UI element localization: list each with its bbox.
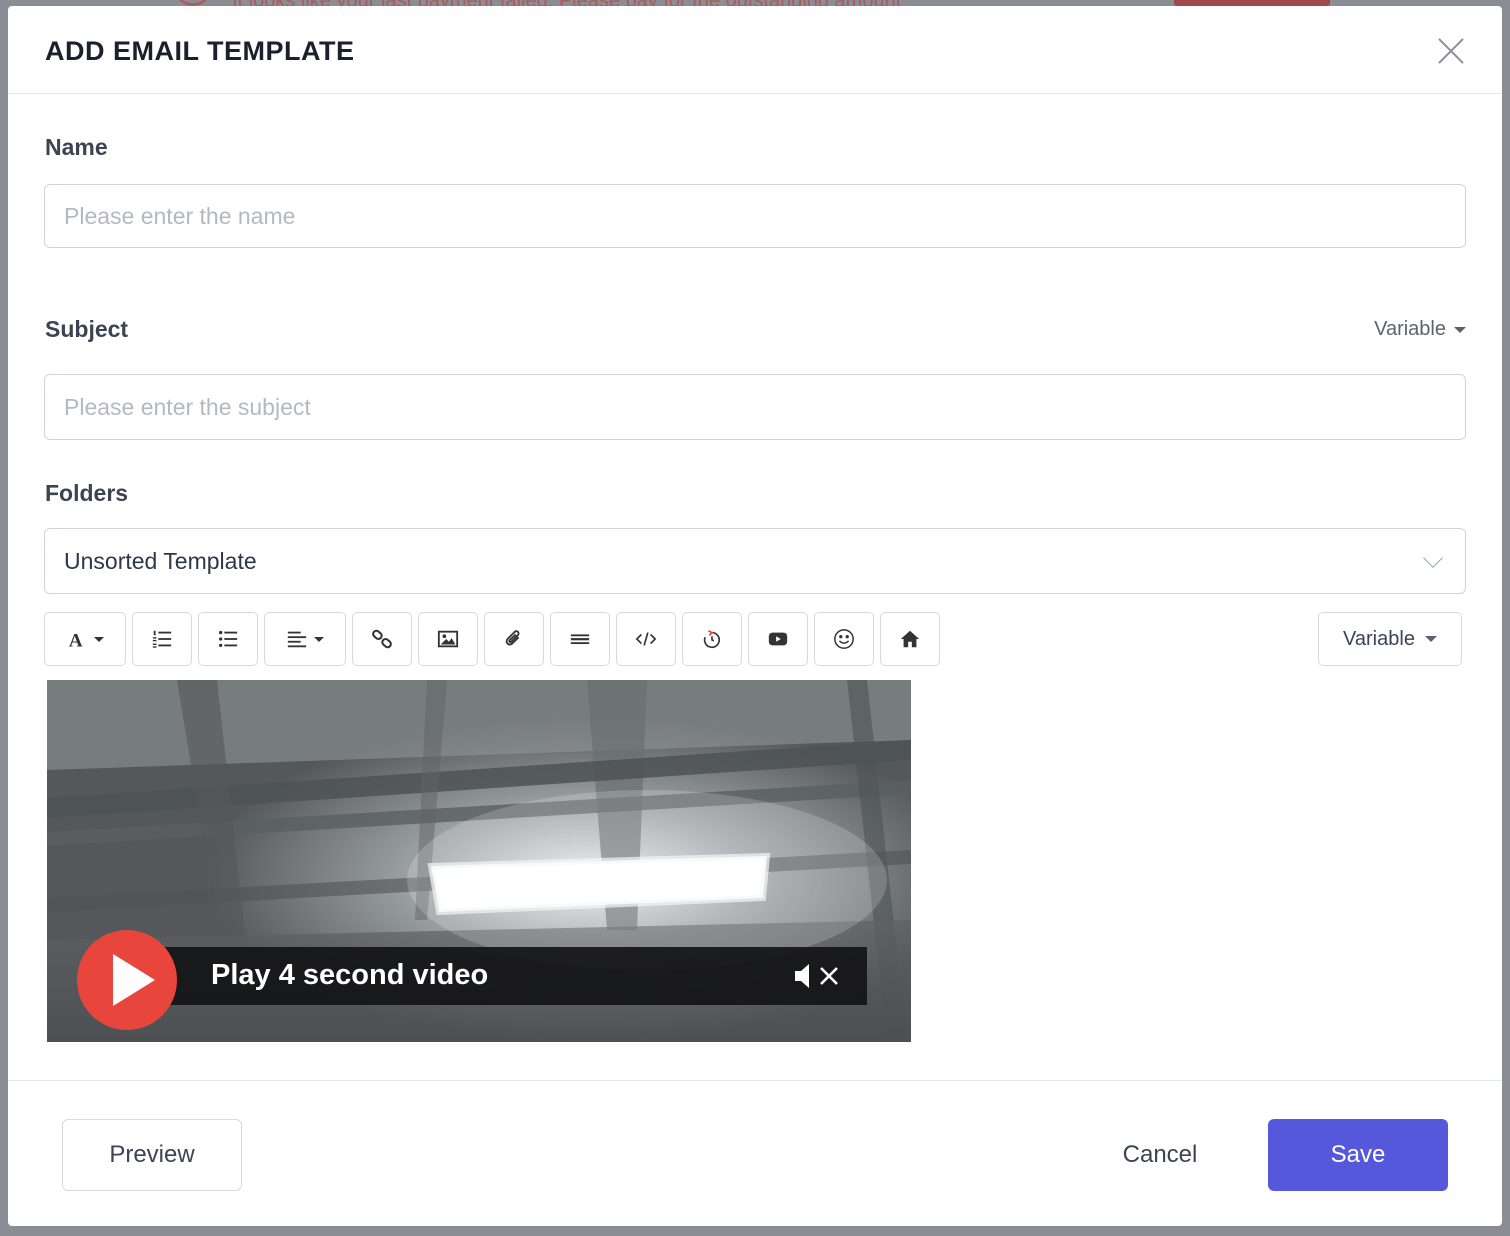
folders-select[interactable]: Unsorted Template xyxy=(44,528,1466,594)
name-input[interactable] xyxy=(44,184,1466,248)
subject-variable-dropdown[interactable]: Variable xyxy=(1374,318,1466,341)
code-icon xyxy=(635,632,657,646)
editor-variable-dropdown[interactable]: Variable xyxy=(1318,612,1462,666)
timer-button[interactable] xyxy=(682,612,742,666)
unordered-list-button[interactable] xyxy=(198,612,258,666)
link-icon xyxy=(372,629,392,649)
chevron-down-icon xyxy=(1423,548,1443,568)
editor-toolbar: A xyxy=(44,612,940,666)
preview-button[interactable]: Preview xyxy=(62,1119,242,1191)
cancel-button[interactable]: Cancel xyxy=(1100,1119,1220,1191)
unordered-list-icon xyxy=(219,630,238,648)
subject-input[interactable] xyxy=(44,374,1466,440)
link-button[interactable] xyxy=(352,612,412,666)
folders-selected-value: Unsorted Template xyxy=(64,547,257,574)
add-email-template-modal: ADD EMAIL TEMPLATE Name Subject Variable… xyxy=(8,6,1502,1226)
svg-text:A: A xyxy=(69,630,83,650)
image-icon xyxy=(437,630,459,648)
align-button[interactable] xyxy=(264,612,346,666)
save-button[interactable]: Save xyxy=(1268,1119,1448,1191)
close-icon[interactable] xyxy=(1434,34,1468,68)
folders-label: Folders xyxy=(45,480,129,506)
emoji-icon xyxy=(834,629,854,649)
caret-down-icon xyxy=(94,636,104,642)
name-label: Name xyxy=(45,134,108,160)
align-left-icon xyxy=(287,631,307,648)
video-icon xyxy=(768,632,788,646)
home-button[interactable] xyxy=(880,612,940,666)
image-button[interactable] xyxy=(418,612,478,666)
video-thumbnail[interactable]: Play 4 second video xyxy=(47,680,911,1042)
ordered-list-icon xyxy=(152,630,172,648)
ordered-list-button[interactable] xyxy=(132,612,192,666)
horizontal-rule-icon xyxy=(570,634,590,645)
paperclip-icon xyxy=(505,630,520,646)
home-icon xyxy=(900,630,920,648)
timer-icon xyxy=(703,630,721,649)
emoji-button[interactable] xyxy=(814,612,874,666)
play-icon[interactable] xyxy=(75,928,179,1032)
video-caption: Play 4 second video xyxy=(211,959,489,991)
caret-down-icon xyxy=(1454,326,1466,333)
code-view-button[interactable] xyxy=(616,612,676,666)
font-icon: A xyxy=(69,630,83,650)
attachment-button[interactable] xyxy=(484,612,544,666)
font-style-button[interactable]: A xyxy=(44,612,126,666)
editor-variable-label: Variable xyxy=(1343,627,1415,650)
mute-icon xyxy=(795,964,838,988)
modal-footer: Preview Cancel Save xyxy=(8,1080,1502,1226)
modal-title: ADD EMAIL TEMPLATE xyxy=(45,36,355,66)
caret-down-icon xyxy=(1424,636,1437,642)
horizontal-rule-button[interactable] xyxy=(550,612,610,666)
subject-variable-label: Variable xyxy=(1374,318,1446,340)
video-caption-bar: Play 4 second video xyxy=(139,947,867,1005)
caret-down-icon xyxy=(314,636,324,642)
modal-header: ADD EMAIL TEMPLATE xyxy=(8,6,1502,94)
video-button[interactable] xyxy=(748,612,808,666)
subject-label: Subject xyxy=(45,316,129,342)
